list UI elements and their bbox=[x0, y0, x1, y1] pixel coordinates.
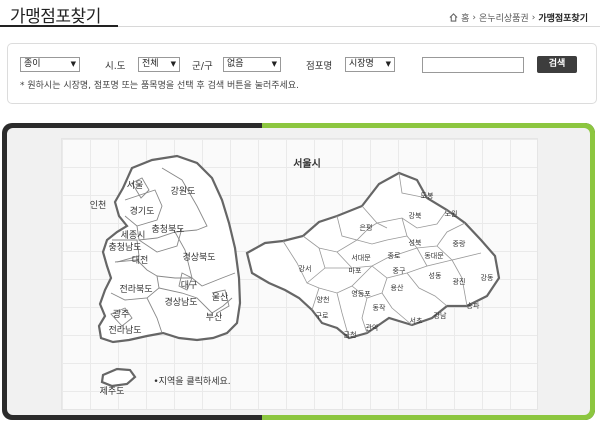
seoul-district-label[interactable]: 용산 bbox=[391, 283, 404, 292]
maps-svg: 서울인천 경기도 강원도세종시 충청북도충청남도대전 경상북도대구 전라북도경상남도 울산부… bbox=[90, 154, 501, 397]
seoul-district-label[interactable]: 강남 bbox=[434, 311, 447, 320]
seoul-district-label[interactable]: 금천 bbox=[344, 330, 357, 339]
dropdown-arrow-icon: ▼ bbox=[385, 60, 391, 68]
seoul-district-label[interactable]: 노원 bbox=[445, 209, 458, 218]
seoul-district-label[interactable]: 은평 bbox=[360, 223, 373, 232]
korea-region-label[interactable]: 광주 bbox=[113, 308, 130, 320]
korea-region-label[interactable]: 전라북도 bbox=[119, 284, 152, 295]
seoul-outline bbox=[245, 171, 501, 340]
dropdown-arrow-icon: ▼ bbox=[271, 60, 277, 68]
dropdown-arrow-icon: ▼ bbox=[70, 60, 76, 68]
seoul-district-label[interactable]: 종로 bbox=[388, 252, 401, 260]
search-panel: 종이 ▼ 시.도 전체 ▼ 군/구 없음 ▼ 점포명 시장명 ▼ 검색 * 원하시는 시… bbox=[7, 43, 597, 104]
jeju-island[interactable] bbox=[100, 367, 137, 388]
breadcrumb: 홈 › 온누리상품권 › 가맹점포찾기 bbox=[449, 11, 588, 24]
breadcrumb-current: 가맹점포찾기 bbox=[538, 14, 588, 24]
map-hint: •지역을 클릭하세요. bbox=[153, 375, 230, 387]
korea-region-label[interactable]: 경상남도 bbox=[164, 296, 197, 308]
seoul-district-label[interactable]: 강서 bbox=[299, 264, 312, 273]
korea-region-label[interactable]: 경상북도 bbox=[182, 251, 215, 263]
gungu-label: 군/구 bbox=[192, 61, 213, 72]
search-hint: * 원하시는 시장명, 점포명 또는 품목명을 선택 후 검색 버튼을 눌러주세… bbox=[20, 81, 299, 91]
korea-region-label[interactable]: 울산 bbox=[212, 292, 229, 303]
seoul-district-label[interactable]: 서대문 bbox=[351, 253, 371, 262]
seoul-district-label[interactable]: 구로 bbox=[316, 312, 329, 320]
dropdown-arrow-icon: ▼ bbox=[170, 60, 176, 68]
seoul-district-label[interactable]: 마포 bbox=[349, 266, 362, 275]
seoul-map-title: 서울시 bbox=[293, 157, 321, 170]
korea-region-label[interactable]: 부산 bbox=[206, 312, 223, 323]
gungu-select[interactable]: 없음 ▼ bbox=[223, 57, 281, 72]
seoul-district-label[interactable]: 관악 bbox=[366, 323, 379, 332]
korea-region-label[interactable]: 대구 bbox=[181, 280, 198, 291]
voucher-type-select[interactable]: 종이 ▼ bbox=[20, 57, 80, 72]
korea-region-label[interactable]: 세종시 bbox=[121, 230, 146, 241]
korea-region-label[interactable]: 충청남도 bbox=[108, 242, 141, 253]
store-type-select[interactable]: 시장명 ▼ bbox=[345, 57, 395, 72]
seoul-district-label[interactable]: 광진 bbox=[453, 277, 466, 286]
map-panel: 서울인천 경기도 강원도세종시 충청북도충청남도대전 경상북도대구 전라북도경상남도 울산부… bbox=[7, 128, 590, 415]
seoul-district-label[interactable]: 동대문 bbox=[424, 252, 444, 260]
korea-region-label[interactable]: 강원도 bbox=[171, 186, 196, 197]
seoul-district-label[interactable]: 도봉 bbox=[421, 192, 434, 200]
korea-region-label[interactable]: 경기도 bbox=[130, 205, 155, 217]
seoul-district-label[interactable]: 강북 bbox=[409, 211, 422, 220]
breadcrumb-home[interactable]: 홈 bbox=[461, 11, 469, 24]
korea-region-label[interactable]: 대전 bbox=[132, 255, 149, 266]
korea-region-label[interactable]: 인천 bbox=[90, 200, 107, 211]
seoul-district-label[interactable]: 중구 bbox=[393, 267, 406, 275]
store-type-value: 시장명 bbox=[349, 59, 374, 69]
map-frame: 서울인천 경기도 강원도세종시 충청북도충청남도대전 경상북도대구 전라북도경상남도 울산부… bbox=[2, 123, 595, 420]
sido-select[interactable]: 전체 ▼ bbox=[138, 57, 180, 72]
title-underline bbox=[0, 25, 118, 27]
sido-label: 시.도 bbox=[105, 61, 126, 72]
seoul-district-label[interactable]: 송파 bbox=[467, 301, 480, 310]
store-label: 점포명 bbox=[306, 61, 333, 72]
seoul-district-label[interactable]: 서초 bbox=[410, 316, 423, 325]
page-title: 가맹점포찾기 bbox=[10, 7, 101, 27]
breadcrumb-sep-icon: › bbox=[531, 12, 536, 23]
korea-region-label[interactable]: 전라남도 bbox=[108, 325, 141, 336]
korea-region-label[interactable]: 서울 bbox=[127, 180, 144, 191]
home-icon[interactable] bbox=[449, 13, 458, 22]
seoul-district-label[interactable]: 성북 bbox=[409, 238, 422, 247]
seoul-district-label[interactable]: 성동 bbox=[429, 271, 442, 280]
voucher-type-value: 종이 bbox=[24, 59, 41, 69]
seoul-district-label[interactable]: 영등포 bbox=[351, 289, 371, 298]
breadcrumb-parent[interactable]: 온누리상품권 bbox=[479, 11, 529, 24]
seoul-district-label[interactable]: 강동 bbox=[481, 273, 494, 282]
breadcrumb-sep-icon: › bbox=[472, 12, 477, 23]
seoul-district-label[interactable]: 중랑 bbox=[453, 240, 466, 248]
search-button[interactable]: 검색 bbox=[537, 56, 577, 73]
korea-region-label[interactable]: 충청북도 bbox=[151, 224, 184, 235]
seoul-district-label[interactable]: 동작 bbox=[373, 303, 386, 312]
gungu-value: 없음 bbox=[227, 59, 244, 69]
korea-region-label[interactable]: 제주도 bbox=[100, 386, 125, 397]
sido-value: 전체 bbox=[142, 59, 159, 69]
seoul-district-label[interactable]: 양천 bbox=[317, 295, 330, 304]
keyword-input[interactable] bbox=[422, 57, 524, 73]
